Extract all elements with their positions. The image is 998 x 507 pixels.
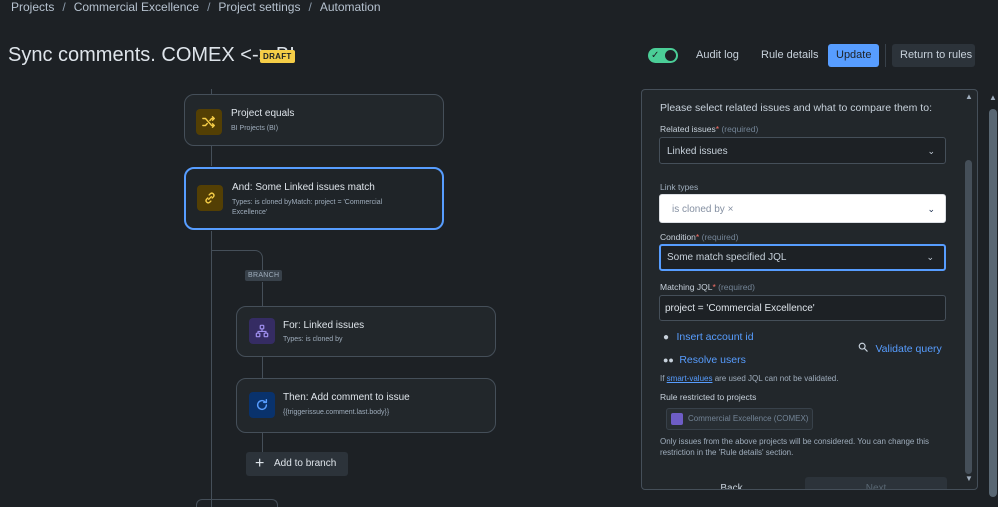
shuffle-icon [196, 109, 222, 135]
link-types-label: Link types [660, 182, 699, 192]
check-icon: ✓ [651, 50, 660, 61]
card-title: Project equals [231, 108, 295, 119]
link-type-chip: is cloned by × [672, 204, 734, 215]
hierarchy-icon [249, 318, 275, 344]
toggle-knob [665, 50, 676, 61]
plus-icon: + [255, 455, 265, 472]
connector-line [211, 229, 212, 507]
header-divider [885, 44, 886, 67]
breadcrumb-projects[interactable]: Projects [11, 0, 54, 14]
resolve-users-link[interactable]: ●● Resolve users [663, 350, 746, 368]
action-card-add-comment[interactable]: Then: Add comment to issue {{triggerissu… [236, 378, 496, 433]
page-title: Sync comments. COMEX <-> BI [8, 44, 295, 66]
rule-enabled-toggle[interactable]: ✓ [648, 48, 678, 63]
breadcrumb-commercial-excellence[interactable]: Commercial Excellence [74, 0, 199, 14]
user-icon: ● [663, 332, 670, 343]
condition-value: Some match specified JQL [667, 252, 787, 263]
insert-account-id-label: Insert account id [676, 331, 754, 343]
validate-query-label: Validate query [875, 343, 942, 355]
page-scroll-up-icon[interactable]: ▲ [989, 93, 997, 102]
component-config-panel: Please select related issues and what to… [641, 89, 978, 490]
smart-values-link[interactable]: smart-values [667, 374, 713, 383]
breadcrumb-separator: / [308, 0, 312, 14]
breadcrumb-separator: / [62, 0, 66, 14]
update-button[interactable]: Update [828, 44, 879, 67]
card-subtitle: Types: is cloned by [283, 336, 343, 343]
condition-card-project-equals[interactable]: Project equals BI Projects (BI) [184, 94, 444, 146]
validate-query-link[interactable]: Validate query [858, 339, 942, 357]
audit-log-button[interactable]: Audit log [688, 44, 747, 67]
breadcrumb-separator: / [207, 0, 211, 14]
next-component-stub [196, 499, 278, 507]
scroll-up-icon[interactable]: ▲ [965, 92, 973, 101]
smart-values-note: If smart-values are used JQL can not be … [660, 374, 839, 383]
link-types-select[interactable]: is cloned by × ⌄ [659, 194, 946, 223]
breadcrumb: Projects / Commercial Excellence / Project s… [11, 0, 381, 16]
card-subtitle-line: Types: is cloned byMatch: project = 'Com… [232, 199, 383, 206]
rule-details-button[interactable]: Rule details [753, 44, 826, 67]
branch-connector [211, 250, 263, 270]
chip-remove-icon[interactable]: × [728, 204, 734, 215]
project-avatar-icon [671, 413, 683, 425]
users-icon: ●● [663, 355, 674, 365]
return-to-rules-button[interactable]: Return to rules [892, 44, 975, 67]
connector-line [211, 144, 212, 168]
panel-intro: Please select related issues and what to… [660, 102, 932, 114]
next-button[interactable]: Next [805, 477, 947, 489]
refresh-icon [249, 392, 275, 418]
insert-account-id-link[interactable]: ● Insert account id [663, 327, 754, 345]
card-subtitle-line: Excellence' [232, 209, 268, 216]
card-subtitle: {{triggerissue.comment.last.body}} [283, 409, 390, 416]
restricted-projects-label: Rule restricted to projects [660, 392, 757, 402]
card-title: And: Some Linked issues match [232, 182, 375, 193]
matching-jql-input[interactable]: project = 'Commercial Excellence' [659, 295, 946, 321]
restricted-project-chip: Commercial Excellence (COMEX) [666, 408, 813, 430]
resolve-users-label: Resolve users [679, 354, 746, 366]
branch-card-linked-issues[interactable]: For: Linked issues Types: is cloned by [236, 306, 496, 357]
breadcrumb-project-settings[interactable]: Project settings [218, 0, 300, 14]
matching-jql-label: Matching JQL* (required) [660, 282, 755, 292]
card-title: For: Linked issues [283, 320, 365, 331]
condition-card-linked-issues[interactable]: And: Some Linked issues match Types: is … [184, 167, 444, 230]
add-to-branch-button[interactable]: + Add to branch [246, 452, 348, 476]
connector-line [262, 431, 263, 453]
connector-line [262, 282, 263, 306]
scroll-down-icon[interactable]: ▼ [965, 474, 973, 483]
back-button[interactable]: Back [704, 477, 759, 489]
card-subtitle: Types: is cloned byMatch: project = 'Com… [232, 198, 382, 218]
status-badge: DRAFT [260, 50, 295, 63]
chevron-down-icon: ⌄ [927, 204, 935, 214]
connector-line [262, 355, 263, 379]
card-title: Then: Add comment to issue [283, 392, 410, 403]
branch-badge: BRANCH [245, 270, 283, 281]
condition-label: Condition* (required) [660, 232, 739, 242]
related-issues-value: Linked issues [667, 146, 728, 157]
related-issues-select[interactable]: Linked issues ⌄ [659, 137, 946, 164]
add-to-branch-label: Add to branch [274, 458, 337, 469]
related-issues-label: Related issues* (required) [660, 124, 759, 134]
panel-scrollbar-thumb[interactable] [965, 160, 972, 474]
chevron-down-icon: ⌄ [926, 252, 934, 262]
page-scrollbar-thumb[interactable] [989, 109, 997, 497]
restriction-note: Only issues from the above projects will… [660, 437, 930, 457]
condition-select[interactable]: Some match specified JQL ⌄ [659, 244, 946, 271]
breadcrumb-automation[interactable]: Automation [320, 0, 381, 14]
chevron-down-icon: ⌄ [927, 146, 935, 156]
search-icon [858, 339, 872, 356]
card-subtitle: BI Projects (BI) [231, 125, 279, 132]
link-icon [197, 185, 223, 211]
